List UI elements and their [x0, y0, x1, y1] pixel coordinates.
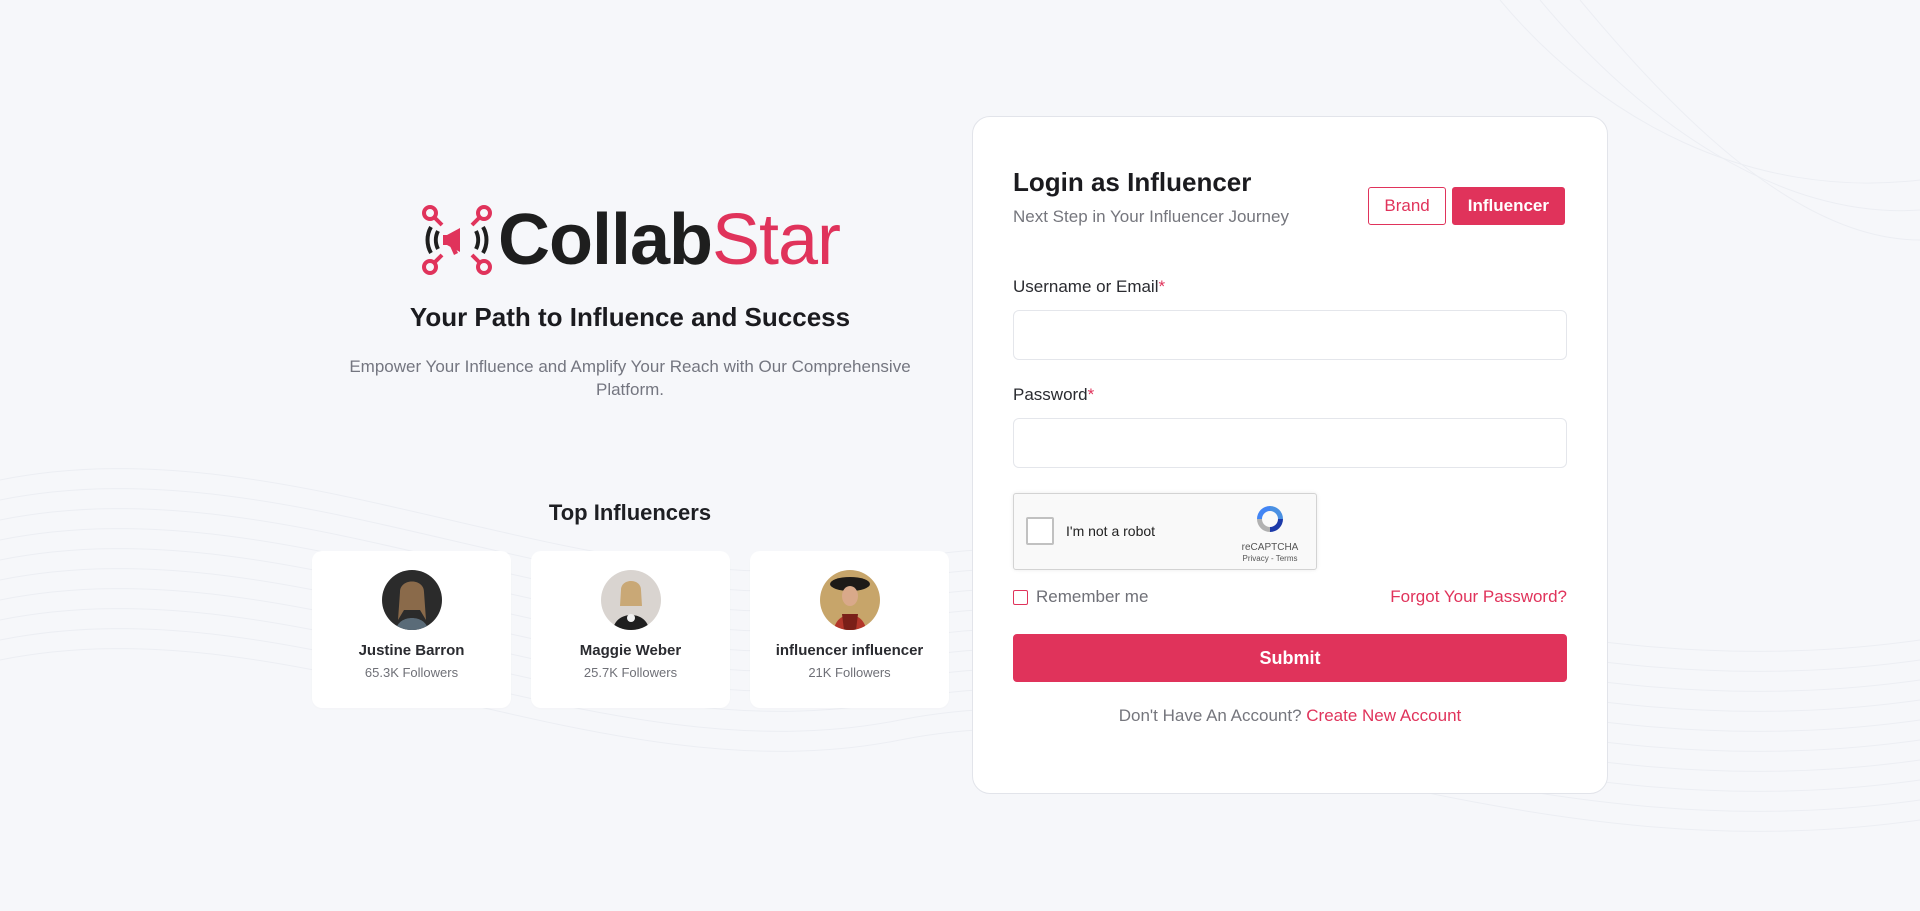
tagline: Your Path to Influence and Success	[409, 302, 851, 332]
avatar	[819, 570, 880, 630]
avatar-photo-icon	[819, 570, 880, 630]
logo-wordmark: CollabStar	[498, 204, 841, 276]
influencer-name: influencer influencer	[775, 642, 924, 659]
brand-toggle-button[interactable]: Brand	[1368, 187, 1446, 225]
influencer-followers: 65.3K Followers	[364, 665, 459, 680]
avatar	[381, 570, 442, 630]
recaptcha-brand-text: reCAPTCHA	[1241, 542, 1299, 553]
influencer-toggle-button[interactable]: Influencer	[1451, 187, 1565, 225]
submit-button[interactable]: Submit	[1013, 634, 1567, 682]
create-account-link[interactable]: Create New Account	[1306, 706, 1461, 725]
avatar-photo-icon	[600, 570, 661, 630]
required-mark: *	[1087, 385, 1095, 404]
megaphone-network-icon	[421, 205, 492, 275]
logo-text-star: Star	[711, 200, 841, 280]
avatar-photo-icon	[381, 570, 442, 630]
influencer-followers: 25.7K Followers	[583, 665, 678, 680]
recaptcha-checkbox[interactable]	[1026, 517, 1054, 545]
top-influencers-title: Top Influencers	[548, 500, 712, 525]
account-type-toggle: Brand Influencer	[1368, 187, 1565, 225]
influencer-card[interactable]: Maggie Weber 25.7K Followers	[531, 551, 730, 708]
sub-tagline: Empower Your Influence and Amplify Your …	[349, 357, 911, 399]
password-label-text: Password	[1013, 385, 1088, 404]
remember-me-label: Remember me	[1036, 587, 1149, 606]
collabstar-logo: CollabStar	[310, 200, 950, 280]
forgot-password-link[interactable]: Forgot Your Password?	[1390, 587, 1567, 607]
remember-me-checkbox[interactable]	[1013, 589, 1028, 605]
login-panel: Login as Influencer Next Step in Your In…	[972, 116, 1608, 794]
influencer-followers: 21K Followers	[808, 665, 891, 680]
influencer-card[interactable]: influencer influencer 21K Followers	[750, 551, 949, 708]
signup-prompt: Don't Have An Account? Create New Accoun…	[973, 706, 1607, 726]
login-title: Login as Influencer	[1013, 167, 1252, 197]
recaptcha-links[interactable]: Privacy - Terms	[1234, 554, 1306, 563]
username-label-text: Username or Email	[1013, 277, 1159, 296]
logo-text-collab: Collab	[497, 200, 713, 280]
required-mark: *	[1158, 277, 1166, 296]
username-label: Username or Email*	[1013, 277, 1165, 297]
top-influencers-list: Justine Barron 65.3K Followers Maggie We…	[312, 551, 949, 708]
influencer-name: Maggie Weber	[579, 642, 682, 659]
recaptcha-icon	[1257, 506, 1283, 532]
brand-section: CollabStar Your Path to Influence and Su…	[310, 200, 950, 401]
background-wave-pattern	[0, 0, 1920, 832]
recaptcha-label: I'm not a robot	[1066, 523, 1156, 539]
recaptcha-branding: reCAPTCHA Privacy - Terms	[1234, 503, 1306, 563]
login-subtitle: Next Step in Your Influencer Journey	[1013, 207, 1289, 226]
remember-me[interactable]: Remember me	[1013, 587, 1148, 607]
password-input[interactable]	[1013, 418, 1567, 468]
username-input[interactable]	[1013, 310, 1567, 360]
influencer-card[interactable]: Justine Barron 65.3K Followers	[312, 551, 511, 708]
recaptcha-widget: I'm not a robot reCAPTCHA Privacy - Term…	[1013, 493, 1317, 570]
login-page: CollabStar Your Path to Influence and Su…	[0, 0, 1920, 911]
avatar	[600, 570, 661, 630]
influencer-name: Justine Barron	[358, 642, 465, 659]
signup-prompt-text: Don't Have An Account?	[1118, 706, 1302, 725]
password-label: Password*	[1013, 385, 1094, 405]
